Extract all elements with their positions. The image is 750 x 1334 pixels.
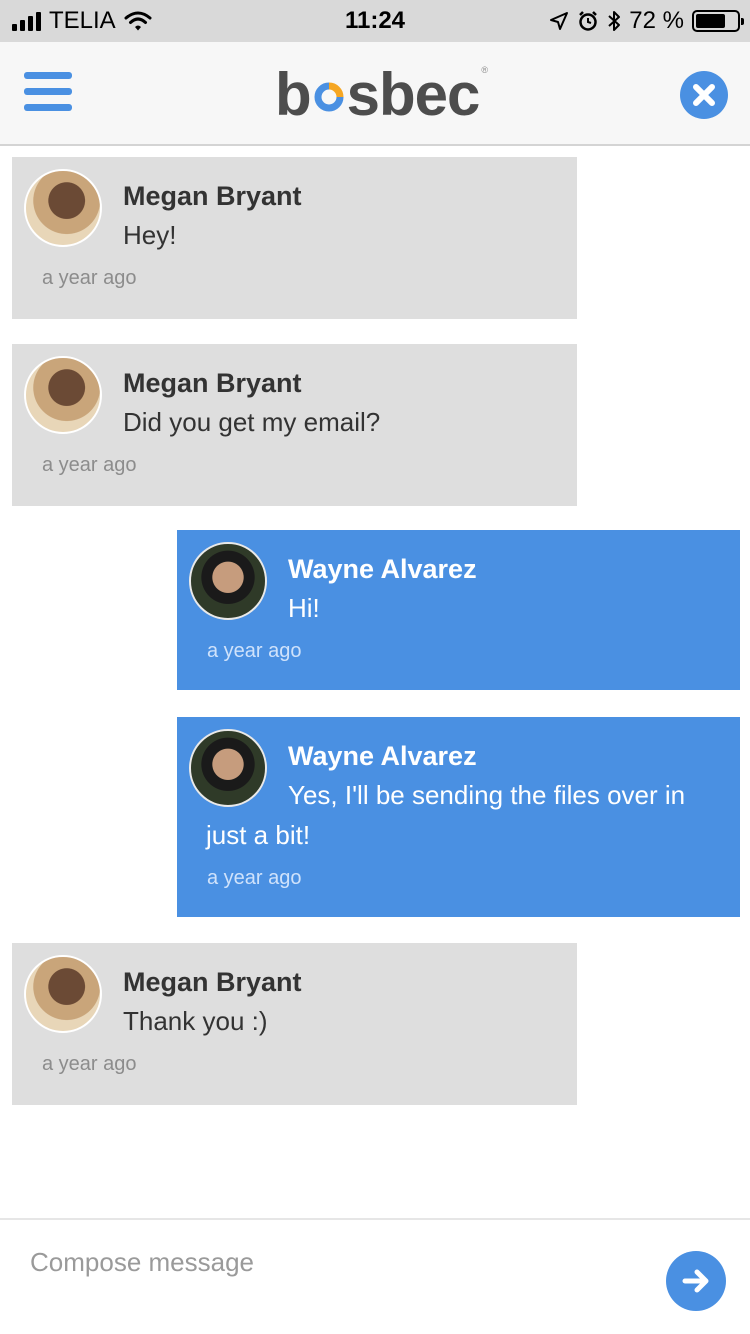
sender-name: Megan Bryant [123, 368, 302, 398]
send-button[interactable] [666, 1251, 726, 1311]
hamburger-menu-icon[interactable] [24, 72, 72, 116]
sender-name: Wayne Alvarez [288, 554, 477, 584]
message-time: a year ago [42, 267, 137, 289]
sender-name: Megan Bryant [123, 181, 302, 211]
message-bubble: Megan Bryant Hey! a year ago [12, 157, 577, 319]
avatar [24, 169, 102, 247]
status-right: 72 % [549, 7, 744, 35]
app-header: b sbec ® [0, 42, 750, 146]
battery-level [696, 14, 725, 28]
logo-ring-icon [312, 79, 346, 115]
registered-mark: ® [481, 65, 488, 75]
avatar [24, 955, 102, 1033]
message-bubble: Wayne Alvarez Hi! a year ago [177, 530, 740, 690]
sender-name: Megan Bryant [123, 967, 302, 997]
bluetooth-icon [608, 11, 621, 31]
message-list[interactable]: Megan Bryant Hey! a year ago Megan Bryan… [0, 148, 750, 1218]
battery-percent: 72 % [629, 7, 684, 34]
message-time: a year ago [207, 867, 302, 889]
location-icon [550, 12, 569, 30]
status-bar: TELIA 11:24 72 % [0, 0, 750, 42]
message-time: a year ago [207, 640, 302, 662]
compose-bar [0, 1218, 750, 1334]
close-icon[interactable] [680, 71, 728, 119]
avatar [24, 356, 102, 434]
message-time: a year ago [42, 1053, 137, 1075]
avatar [189, 542, 267, 620]
message-bubble: Megan Bryant Thank you :) a year ago [12, 943, 577, 1105]
message-bubble: Megan Bryant Did you get my email? a yea… [12, 344, 577, 506]
avatar [189, 729, 267, 807]
message-bubble: Wayne Alvarez Yes, I'll be sending the f… [177, 717, 740, 917]
battery-icon [692, 10, 744, 32]
arrow-right-icon [682, 1269, 709, 1293]
logo-prefix: b [275, 61, 312, 128]
sender-name: Wayne Alvarez [288, 741, 477, 771]
compose-input[interactable] [30, 1240, 630, 1284]
alarm-icon [579, 11, 598, 31]
logo-suffix: sbec [346, 61, 481, 128]
message-time: a year ago [42, 454, 137, 476]
bosbec-logo: b sbec ® [275, 60, 488, 132]
